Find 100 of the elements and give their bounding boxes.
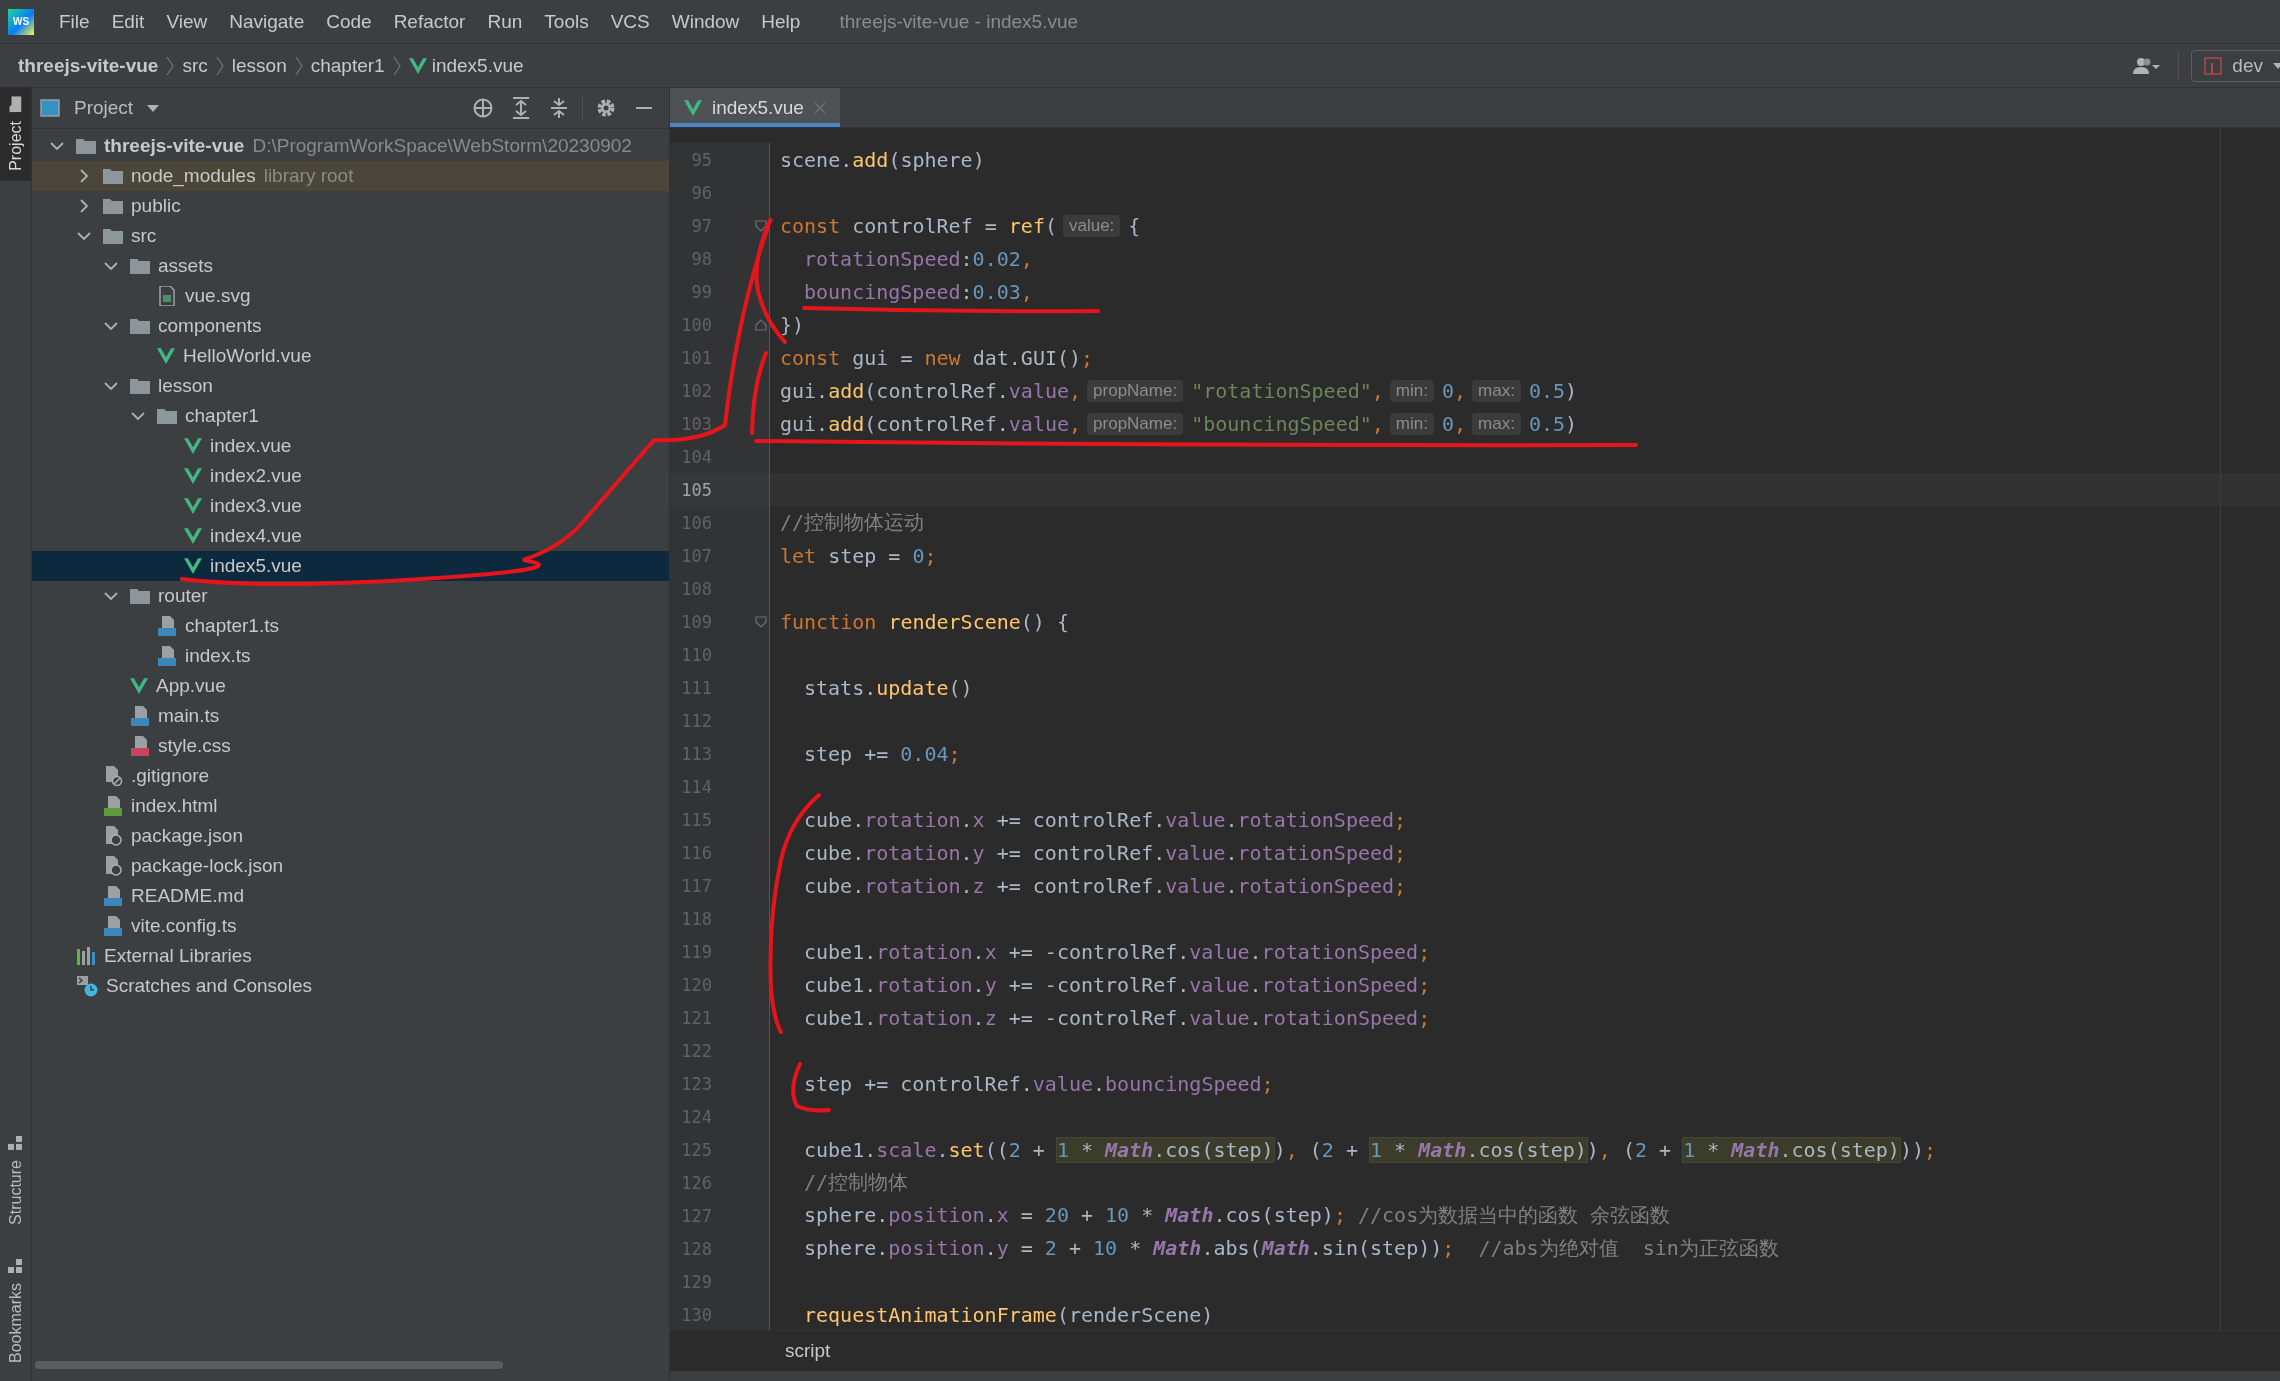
menu-item[interactable]: Code xyxy=(315,3,383,40)
inlay-hint: propName: xyxy=(1087,412,1184,435)
code-text: gui.add(controlRef.value, xyxy=(780,378,1082,403)
code-text: ), (2 + xyxy=(1273,1137,1359,1162)
code-text: rotationSpeed:0.02, xyxy=(804,246,1033,271)
highlighted-code: 1 * Math.cos(step) xyxy=(1056,1137,1274,1162)
tree-item[interactable]: src xyxy=(32,221,669,251)
tree-item[interactable]: index5.vue xyxy=(32,551,669,581)
tree-item[interactable]: package.json xyxy=(32,821,669,851)
menu-item[interactable]: Help xyxy=(750,3,812,40)
tree-item[interactable]: chapter1.ts xyxy=(32,611,669,641)
tree-item[interactable]: .gitignore xyxy=(32,761,669,791)
code-text: cube.rotation.z += controlRef.value.rotationSpeed; xyxy=(804,873,1407,898)
code-text: stats.update() xyxy=(804,675,973,700)
code-text: let step = 0; xyxy=(780,543,937,568)
breadcrumb-item[interactable]: src xyxy=(174,49,216,82)
code-text: }) xyxy=(780,312,805,337)
code-text: cube.rotation.x += controlRef.value.rotationSpeed; xyxy=(804,807,1407,832)
code-text: //控制物体 xyxy=(804,1169,909,1196)
tree-item[interactable]: package-lock.json xyxy=(32,851,669,881)
tree-item[interactable]: index2.vue xyxy=(32,461,669,491)
menu-item[interactable]: Edit xyxy=(100,3,156,40)
tree-item[interactable]: README.md xyxy=(32,881,669,911)
code-text: step += 0.04; xyxy=(804,741,961,766)
inlay-hint: max: xyxy=(1472,379,1521,402)
menu-item[interactable]: View xyxy=(155,3,219,40)
highlighted-code: 1 * Math.cos(step) xyxy=(1370,1137,1587,1162)
tree-item[interactable]: index.ts xyxy=(32,641,669,671)
tree-item[interactable]: components xyxy=(32,311,669,341)
code-text: "bouncingSpeed", xyxy=(1191,411,1384,436)
editor-tab[interactable]: index5.vue xyxy=(670,88,840,127)
tree-item[interactable]: vue.svg xyxy=(32,281,669,311)
breadcrumb-item[interactable]: threejs-vite-vue xyxy=(16,49,167,82)
inlay-hint: min: xyxy=(1389,412,1434,435)
project-view-dropdown[interactable]: Project xyxy=(36,93,164,123)
code-text: 0.5) xyxy=(1528,378,1578,403)
code-text: //控制物体运动 xyxy=(780,509,925,536)
tree-item[interactable]: lesson xyxy=(32,371,669,401)
breadcrumb-item[interactable]: index5.vue xyxy=(400,49,532,82)
menu-item[interactable]: File xyxy=(48,3,101,40)
run-config-button[interactable]: dev xyxy=(2191,49,2280,82)
code-text: sphere.position.x = 20 + 10 * Math.cos(step); //cos为数据当中的函数 余弦函数 xyxy=(804,1202,1671,1229)
tool-window-tab[interactable]: Bookmarks xyxy=(0,1248,31,1373)
code-text: const controlRef = ref( xyxy=(780,213,1057,238)
code-text: function renderScene() { xyxy=(780,609,1069,634)
tree-item[interactable]: External Libraries xyxy=(32,941,669,971)
tree-item[interactable]: index.html xyxy=(32,791,669,821)
code-text: step += controlRef.value.bouncingSpeed; xyxy=(804,1071,1274,1096)
code-text: cube1.rotation.x += -controlRef.value.rotationSpeed; xyxy=(804,939,1431,964)
code-text: sphere.position.y = 2 + 10 * Math.abs(Math.sin(step)); //abs为绝对值 sin为正弦函数 xyxy=(804,1235,1779,1262)
code-text: cube1.rotation.z += -controlRef.value.rotationSpeed; xyxy=(804,1005,1431,1030)
tree-item[interactable]: style.css xyxy=(32,731,669,761)
project-path: D:\ProgramWorkSpace\WebStorm\20230902 xyxy=(252,135,632,157)
tree-item[interactable]: HelloWorld.vue xyxy=(32,341,669,371)
app-logo: WS xyxy=(8,8,34,35)
code-text: const gui = new dat.GUI(); xyxy=(780,345,1094,370)
breadcrumb-item[interactable]: lesson xyxy=(223,49,295,82)
code-text: cube.rotation.y += controlRef.value.rotationSpeed; xyxy=(804,840,1407,865)
tree-item[interactable]: public xyxy=(32,191,669,221)
code-text: scene.add(sphere) xyxy=(780,147,985,172)
code-text: gui.add(controlRef.value, xyxy=(780,411,1082,436)
tree-item[interactable]: App.vue xyxy=(32,671,669,701)
menu-item[interactable]: Window xyxy=(660,3,751,40)
tree-item[interactable]: chapter1 xyxy=(32,401,669,431)
code-text: { xyxy=(1128,213,1141,238)
menu-item[interactable]: Refactor xyxy=(382,3,477,40)
tool-window-tab[interactable]: Project xyxy=(0,88,31,181)
code-text: 0, xyxy=(1441,378,1467,403)
code-text: ), (2 + xyxy=(1586,1137,1673,1162)
code-text: "rotationSpeed", xyxy=(1191,378,1384,403)
code-text: bouncingSpeed:0.03, xyxy=(804,279,1033,304)
code-text: cube1.scale.set((2 + xyxy=(804,1137,1046,1162)
line-number: 105 xyxy=(680,479,712,500)
tool-window-tab[interactable]: Structure xyxy=(0,1126,31,1235)
code-text: requestAnimationFrame(renderScene) xyxy=(804,1302,1214,1327)
breadcrumb-item[interactable]: chapter1 xyxy=(302,49,393,82)
menu-item[interactable]: VCS xyxy=(599,3,661,40)
tree-item[interactable]: index.vue xyxy=(32,431,669,461)
inlay-hint: min: xyxy=(1389,379,1434,402)
tree-item[interactable]: Scratches and Consoles xyxy=(32,971,669,1001)
inlay-hint: max: xyxy=(1472,412,1521,435)
code-text: )); xyxy=(1899,1137,1937,1162)
code-text: cube1.rotation.y += -controlRef.value.rotationSpeed; xyxy=(804,972,1431,997)
menu-item[interactable]: Tools xyxy=(533,3,600,40)
tree-item[interactable]: main.ts xyxy=(32,701,669,731)
tree-item[interactable]: assets xyxy=(32,251,669,281)
tree-item[interactable]: threejs-vite-vue D:\ProgramWorkSpace\WebStorm\20230902 xyxy=(32,131,669,161)
inlay-hint: value: xyxy=(1062,214,1121,237)
code-text: 0, xyxy=(1441,411,1467,436)
highlighted-code: 1 * Math.cos(step) xyxy=(1683,1137,1900,1162)
menu-item[interactable]: Run xyxy=(476,3,534,40)
inlay-hint: propName: xyxy=(1087,379,1184,402)
tree-item-hint: library root xyxy=(263,165,354,187)
tree-item[interactable]: node_modules library root xyxy=(32,161,669,191)
code-breadcrumb[interactable]: script xyxy=(785,1340,831,1362)
tree-item[interactable]: index4.vue xyxy=(32,521,669,551)
menu-item[interactable]: Navigate xyxy=(218,3,316,40)
tree-item[interactable]: vite.config.ts xyxy=(32,911,669,941)
tree-item[interactable]: index3.vue xyxy=(32,491,669,521)
tree-item[interactable]: router xyxy=(32,581,669,611)
